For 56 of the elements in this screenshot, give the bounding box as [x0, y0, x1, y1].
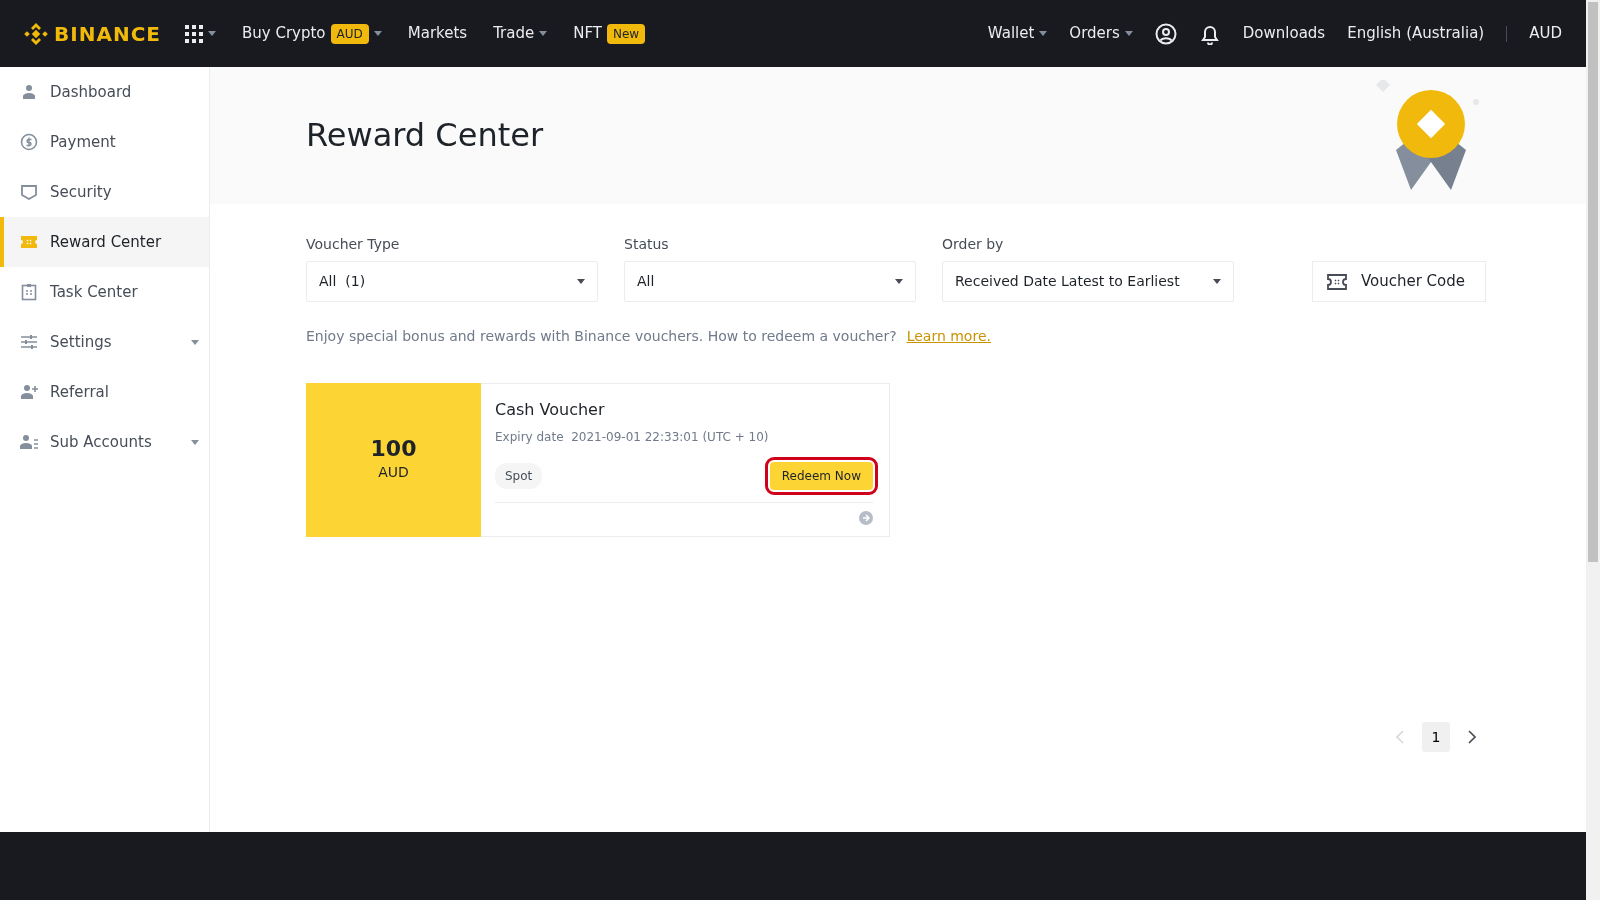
user-circle-icon — [1154, 22, 1177, 45]
caret-icon — [1213, 279, 1221, 284]
filter-label: Order by — [942, 235, 1005, 254]
sidebar-item[interactable]: Referral — [0, 367, 209, 417]
shield-icon — [20, 183, 38, 201]
voucher-tag: Spot — [495, 463, 543, 489]
sliders-icon — [20, 333, 38, 351]
nav-link[interactable]: Buy Crypto AUD — [242, 22, 382, 45]
logo-icon — [24, 21, 48, 46]
voucher-currency: AUD — [378, 462, 409, 482]
filter-label: Status — [624, 235, 670, 254]
chevron-left-icon — [1396, 730, 1404, 744]
people-list-icon — [20, 433, 38, 451]
dropdown-field[interactable]: All (1) — [306, 261, 598, 302]
nav-link[interactable]: AUD — [1529, 22, 1562, 45]
nav-link[interactable]: NFT New — [573, 22, 646, 45]
sidebar-item[interactable]: Task Center — [0, 267, 209, 317]
nav-badge: AUD — [330, 23, 369, 44]
voucher-title: Cash Voucher — [495, 399, 606, 421]
sidebar-item[interactable]: Security — [0, 167, 209, 217]
page-title: Reward Center — [306, 116, 544, 155]
sidebar-item[interactable]: Dashboard — [0, 67, 209, 117]
sidebar-item[interactable]: Sub Accounts — [0, 417, 209, 467]
scrollbar-thumb[interactable] — [1588, 2, 1598, 562]
nav-link[interactable]: Trade — [493, 22, 548, 45]
sidebar-item[interactable]: Reward Center — [0, 217, 209, 267]
info-text: Enjoy special bonus and rewards with Binance vouchers. How to redeem a voucher? — [306, 327, 897, 346]
voucher-amount: 100 — [370, 437, 417, 462]
sidebar-item[interactable]: Payment — [0, 117, 209, 167]
logo-text[interactable]: BINANCE — [54, 18, 161, 49]
dropdown-field[interactable]: All — [624, 261, 916, 302]
account-button[interactable] — [1154, 22, 1177, 45]
nav-link[interactable]: Wallet — [987, 22, 1048, 45]
person-icon — [20, 83, 38, 101]
caret-icon — [577, 279, 585, 284]
filter-label: Voucher Type — [306, 235, 401, 254]
voucher-code-button[interactable]: Voucher Code — [1311, 261, 1486, 302]
ticket-icon — [20, 233, 38, 251]
chevron-right-icon — [1468, 730, 1476, 744]
dropdown-field[interactable]: Received Date Latest to Earliest — [942, 261, 1234, 302]
ticket-icon — [1326, 273, 1347, 290]
nav-badge: New — [607, 23, 646, 44]
clipboard-icon — [20, 283, 38, 301]
sidebar-item[interactable]: Settings — [0, 317, 209, 367]
caret-icon — [895, 279, 903, 284]
dollar-circle-icon — [20, 133, 38, 151]
nav-link[interactable]: Orders — [1069, 22, 1133, 45]
nav-link[interactable]: Markets — [407, 22, 468, 45]
arrow-circle-icon[interactable] — [859, 511, 873, 525]
apps-menu-button[interactable] — [185, 24, 216, 43]
expiry-date: Expiry date 2021-09-01 22:33:01 (UTC + 10) — [495, 429, 770, 446]
person-plus-icon — [20, 383, 38, 401]
grid-icon — [185, 24, 203, 43]
nav-link[interactable]: Downloads — [1242, 22, 1326, 45]
page-number-button[interactable]: 1 — [1422, 722, 1450, 752]
nav-link[interactable]: English (Australia) — [1347, 22, 1485, 45]
